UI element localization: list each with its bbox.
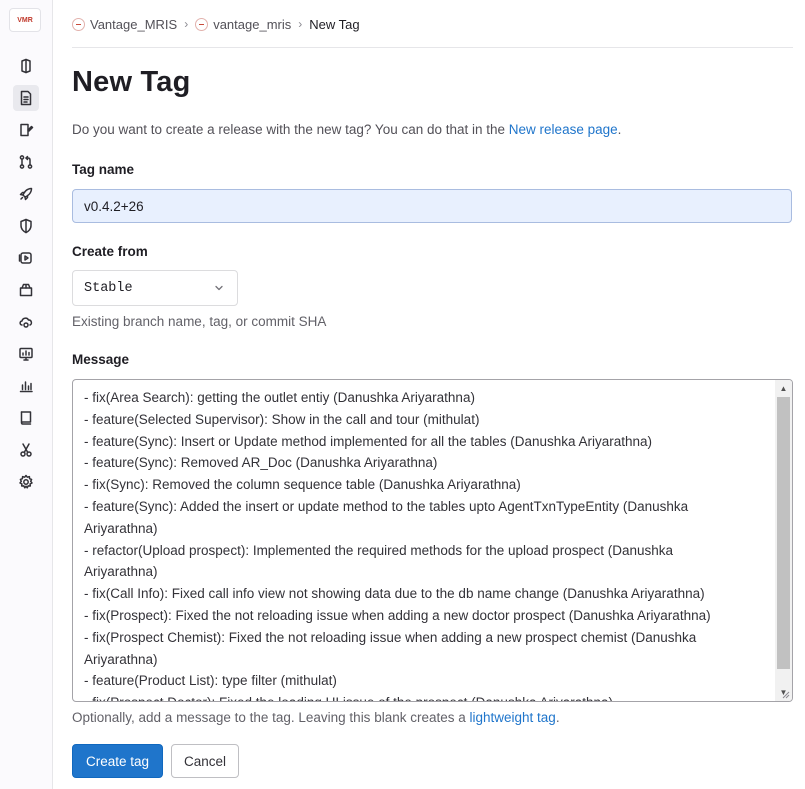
deployments-icon[interactable]	[13, 245, 39, 271]
message-content[interactable]: - fix(Area Search): getting the outlet e…	[84, 387, 770, 701]
create-from-dropdown[interactable]: Stable	[72, 270, 238, 306]
infrastructure-icon[interactable]	[13, 309, 39, 335]
cancel-button[interactable]: Cancel	[171, 744, 239, 778]
scrollbar-thumb[interactable]	[777, 397, 790, 669]
message-line: - refactor(Upload prospect): Implemented…	[84, 542, 674, 558]
tag-name-label: Tag name	[72, 162, 135, 177]
analytics-icon[interactable]	[13, 373, 39, 399]
message-line: - feature(Selected Supervisor): Show in …	[84, 411, 480, 427]
message-line: Ariyarathna)	[84, 564, 158, 580]
message-help-end: .	[555, 710, 560, 725]
message-line: - fix(Call Info): Fixed call info view n…	[84, 586, 705, 602]
message-line: - fix(Prospect Chemist): Fixed the not r…	[84, 629, 697, 645]
create-tag-button[interactable]: Create tag	[72, 744, 163, 778]
new-release-page-link[interactable]: New release page	[509, 122, 618, 137]
project-icon[interactable]	[13, 53, 39, 79]
tag-name-input[interactable]	[72, 189, 792, 223]
message-line: - feature(Sync): Removed AR_Doc (Danushk…	[84, 455, 438, 471]
message-line: - fix(Area Search): getting the outlet e…	[84, 390, 475, 405]
resize-grip-icon[interactable]	[780, 689, 790, 699]
breadcrumb-group[interactable]: Vantage_MRIS	[72, 17, 177, 32]
project-avatar-icon	[195, 17, 209, 31]
monitor-icon[interactable]	[13, 341, 39, 367]
message-line: - fix(Prospect Doctor): Fixed the loadin…	[84, 692, 770, 701]
scroll-up-arrow-icon[interactable]: ▲	[775, 380, 792, 397]
release-intro-text: Do you want to create a release with the…	[72, 122, 621, 137]
settings-icon[interactable]	[13, 469, 39, 495]
breadcrumb-group-label[interactable]: Vantage_MRIS	[90, 17, 177, 32]
sidebar: VMR	[0, 0, 53, 789]
repository-icon[interactable]	[13, 85, 39, 111]
group-avatar-icon	[72, 17, 85, 31]
message-line: - fix(Sync): Removed the column sequence…	[84, 477, 521, 493]
message-textarea[interactable]: - fix(Area Search): getting the outlet e…	[72, 379, 793, 702]
message-help-text: Optionally, add a message to the tag. Le…	[72, 710, 470, 725]
packages-icon[interactable]	[13, 277, 39, 303]
breadcrumb: Vantage_MRIS › vantage_mris › New Tag	[72, 14, 360, 34]
message-line: - feature(Sync): Added the insert or upd…	[84, 498, 689, 514]
deploy-rocket-icon[interactable]	[13, 181, 39, 207]
message-line: - feature(Product List): type filter (mi…	[84, 673, 337, 689]
lightweight-tag-link[interactable]: lightweight tag	[470, 710, 556, 725]
create-from-label: Create from	[72, 244, 148, 259]
logo-text: VMR	[17, 16, 33, 24]
merge-requests-icon[interactable]	[13, 149, 39, 175]
message-label: Message	[72, 352, 130, 367]
security-shield-icon[interactable]	[13, 213, 39, 239]
chevron-down-icon	[215, 285, 223, 291]
breadcrumb-current[interactable]: New Tag	[309, 17, 359, 32]
page-title: New Tag	[72, 66, 191, 98]
message-scrollbar[interactable]: ▲ ▼	[775, 380, 792, 701]
chevron-right-icon: ›	[298, 17, 303, 31]
chevron-right-icon: ›	[184, 17, 189, 31]
breadcrumb-project[interactable]: vantage_mris	[195, 17, 291, 32]
create-from-value: Stable	[84, 280, 133, 296]
message-help: Optionally, add a message to the tag. Le…	[72, 710, 560, 725]
intro-text: Do you want to create a release with the…	[72, 122, 509, 137]
message-line: - feature(Sync): Insert or Update method…	[84, 433, 653, 449]
header-divider	[72, 47, 793, 48]
project-avatar-logo[interactable]: VMR	[9, 8, 41, 32]
breadcrumb-project-label[interactable]: vantage_mris	[213, 17, 291, 32]
message-line: Ariyarathna)	[84, 651, 158, 667]
message-line: Ariyarathna)	[84, 520, 158, 536]
create-from-help: Existing branch name, tag, or commit SHA	[72, 314, 327, 329]
message-line: - fix(Prospect): Fixed the not reloading…	[84, 607, 711, 623]
issues-icon[interactable]	[13, 117, 39, 143]
wiki-icon[interactable]	[13, 405, 39, 431]
snippets-icon[interactable]	[13, 437, 39, 463]
intro-end: .	[617, 122, 622, 137]
